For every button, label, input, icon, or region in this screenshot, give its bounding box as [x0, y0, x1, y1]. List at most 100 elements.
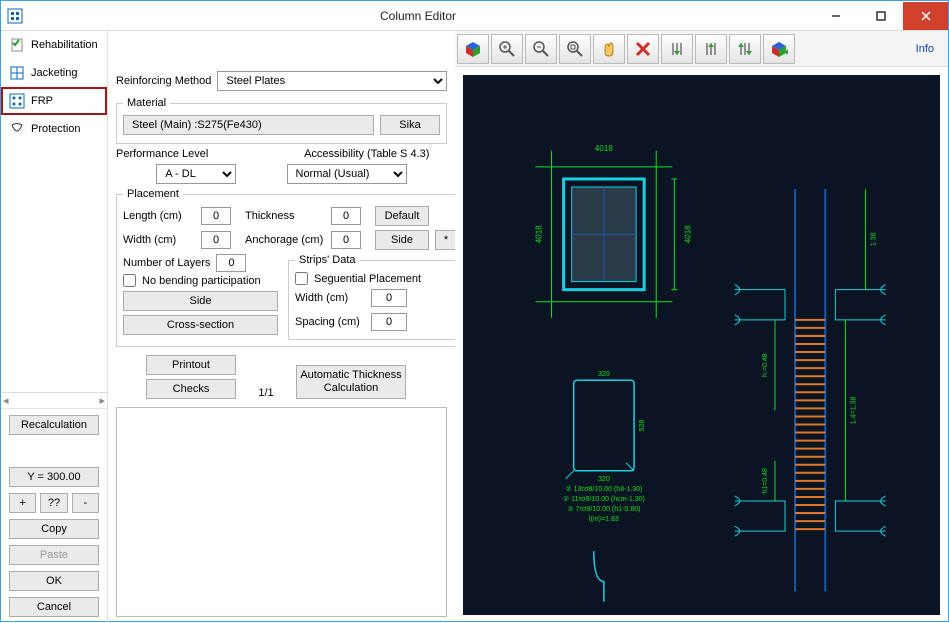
tool-button-1[interactable]	[661, 34, 693, 64]
thickness-input[interactable]	[331, 207, 361, 225]
material-fieldset: Material Steel (Main) :S275(Fe430) Sika	[116, 97, 447, 144]
drawing-canvas[interactable]: 4018 4018 4018 320 320 528 ② 13τσ8/10.00…	[463, 75, 940, 615]
zoom-extents-button[interactable]	[559, 34, 591, 64]
svg-text:1.38: 1.38	[871, 232, 878, 246]
sidebar-item-jacketing[interactable]: Jacketing	[1, 59, 107, 87]
close-button[interactable]	[903, 2, 948, 30]
sidebar-item-frp[interactable]: FRP	[1, 87, 107, 115]
star-button[interactable]: *	[435, 230, 455, 250]
side-button[interactable]: Side	[123, 291, 278, 311]
zoom-out-button[interactable]	[525, 34, 557, 64]
query-button[interactable]: ??	[40, 493, 67, 513]
spacing-input[interactable]	[371, 313, 407, 331]
sidebar-item-rehabilitation[interactable]: Rehabilitation	[1, 31, 107, 59]
grid-icon	[9, 65, 25, 81]
auto-thickness-button[interactable]: Automatic Thickness Calculation	[296, 365, 406, 399]
copy-button[interactable]: Copy	[9, 519, 99, 539]
paste-button[interactable]: Paste	[9, 545, 99, 565]
no-bending-label: No bending participation	[142, 275, 261, 287]
svg-text:528: 528	[639, 420, 646, 432]
anchorage-label: Anchorage (cm)	[245, 234, 325, 246]
sidebar-item-label: FRP	[31, 95, 53, 107]
annotation-3: ② 7τσ8/10.00 (h1-0.80)	[567, 505, 640, 513]
no-bending-checkbox[interactable]	[123, 274, 136, 287]
ok-button[interactable]: OK	[9, 571, 99, 591]
viewer-panel: Info 4018 4018	[455, 31, 948, 623]
window-title: Column Editor	[23, 9, 813, 23]
thickness-label: Thickness	[245, 210, 325, 222]
annotation-2: ② 11τσ8/10.00 (hcm-1.30)	[563, 495, 645, 503]
layers-input[interactable]	[216, 254, 246, 272]
pan-button[interactable]	[593, 34, 625, 64]
sika-button[interactable]: Sika	[380, 115, 440, 135]
info-link[interactable]: Info	[916, 43, 934, 55]
reinforcing-method-select[interactable]: Steel Plates	[217, 71, 447, 91]
checks-button[interactable]: Checks	[146, 379, 236, 399]
placement-fieldset: Placement Length (cm) Thickness Default …	[116, 188, 455, 347]
anchorage-input[interactable]	[331, 231, 361, 249]
strips-fieldset: Strips' Data Seguential Placement Width …	[288, 254, 455, 340]
side-button-placement[interactable]: Side	[375, 230, 429, 250]
scroll-right-icon[interactable]: ▸	[99, 394, 105, 407]
sidebar-item-protection[interactable]: Protection	[1, 115, 107, 143]
title-bar: Column Editor	[1, 1, 948, 31]
scroll-left-icon[interactable]: ◂	[3, 394, 9, 407]
accessibility-select[interactable]: Normal (Usual)	[287, 164, 407, 184]
svg-text:1.4=1.38: 1.4=1.38	[850, 397, 857, 425]
form-panel: Reinforcing Method Steel Plates Material…	[108, 31, 455, 623]
svg-text:4018: 4018	[595, 144, 613, 153]
minimize-button[interactable]	[813, 2, 858, 30]
page-indicator: 1/1	[246, 387, 286, 399]
y-value-display[interactable]: Y = 300.00	[9, 467, 99, 487]
sequential-checkbox[interactable]	[295, 272, 308, 285]
nav-list: Rehabilitation Jacketing FRP Protection	[1, 31, 107, 392]
length-label: Length (cm)	[123, 210, 195, 222]
sidebar: Rehabilitation Jacketing FRP Protection …	[1, 31, 108, 623]
svg-text:4018: 4018	[534, 225, 543, 243]
strips-width-input[interactable]	[371, 289, 407, 307]
svg-text:320: 320	[598, 371, 610, 378]
default-button[interactable]: Default	[375, 206, 429, 226]
svg-text:320: 320	[598, 476, 610, 483]
cancel-button[interactable]: Cancel	[9, 597, 99, 617]
zoom-in-button[interactable]	[491, 34, 523, 64]
annotation-1: ② 13τσ8/10.00 (h3-1.30)	[565, 485, 642, 493]
minus-button[interactable]: -	[72, 493, 99, 513]
view-3d-button[interactable]	[457, 34, 489, 64]
sidebar-item-label: Rehabilitation	[31, 39, 98, 51]
recalculation-button[interactable]: Recalculation	[9, 415, 99, 435]
length-input[interactable]	[201, 207, 231, 225]
strips-width-label: Width (cm)	[295, 292, 365, 304]
app-icon	[7, 8, 23, 24]
tool-button-4[interactable]	[763, 34, 795, 64]
checklist-icon	[9, 37, 25, 53]
tool-button-2[interactable]	[695, 34, 727, 64]
plus-button[interactable]: +	[9, 493, 36, 513]
svg-text:4018: 4018	[683, 225, 692, 243]
material-legend: Material	[123, 97, 170, 109]
printout-button[interactable]: Printout	[146, 355, 236, 375]
layers-label: Number of Layers	[123, 257, 210, 269]
output-area	[116, 407, 447, 617]
delete-button[interactable]	[627, 34, 659, 64]
width-input[interactable]	[201, 231, 231, 249]
viewer-toolbar: Info	[455, 31, 948, 67]
accessibility-label: Accessibility (Table S 4.3)	[287, 148, 448, 160]
annotation-4: l(m)=1.83	[589, 516, 619, 523]
sidebar-scrollbar[interactable]: ◂▸	[1, 392, 107, 408]
width-label: Width (cm)	[123, 234, 195, 246]
spacing-label: Spacing (cm)	[295, 316, 365, 328]
tool-button-3[interactable]	[729, 34, 761, 64]
material-button[interactable]: Steel (Main) :S275(Fe430)	[123, 115, 374, 135]
performance-level-select[interactable]: A - DL	[156, 164, 236, 184]
protection-icon	[9, 121, 25, 137]
sidebar-item-label: Jacketing	[31, 67, 77, 79]
sequential-label: Seguential Placement	[314, 273, 421, 285]
cross-section-button[interactable]: Cross-section	[123, 315, 278, 335]
strips-legend: Strips' Data	[295, 254, 360, 266]
placement-legend: Placement	[123, 188, 183, 200]
sidebar-item-label: Protection	[31, 123, 81, 135]
svg-text:h1=0.48: h1=0.48	[762, 468, 769, 494]
maximize-button[interactable]	[858, 2, 903, 30]
performance-level-label: Performance Level	[116, 148, 277, 160]
